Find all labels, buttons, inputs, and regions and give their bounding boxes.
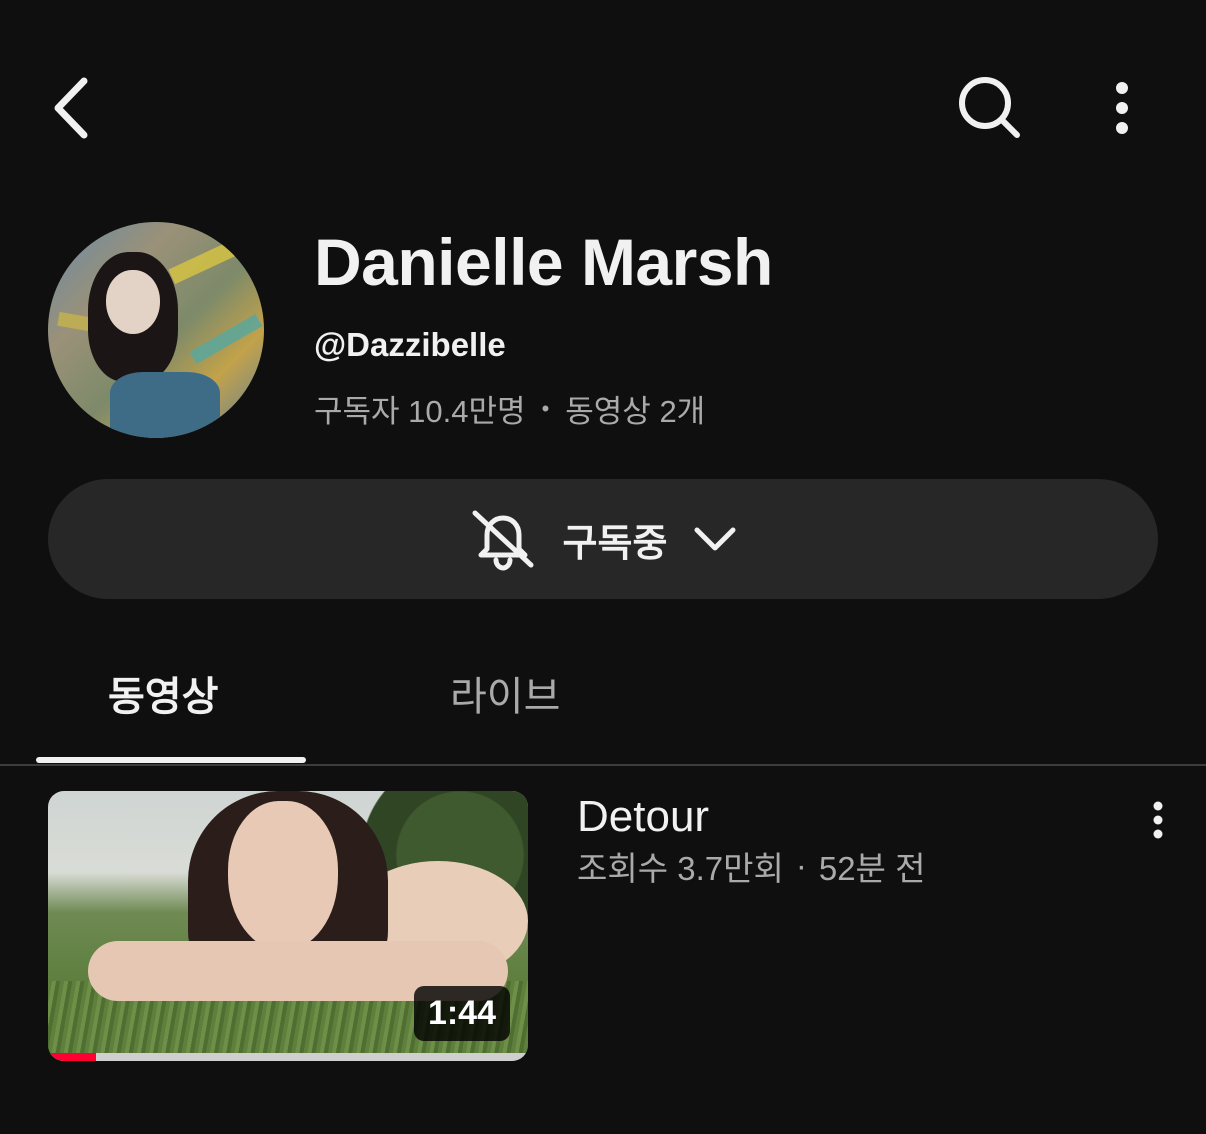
avatar-shirt xyxy=(110,372,220,438)
subscriber-count: 구독자 10.4만명 xyxy=(314,394,526,429)
duration-badge: 1:44 xyxy=(413,986,510,1041)
channel-page: Danielle Marsh @Dazzibelle 구독자 10.4만명 • … xyxy=(0,0,1206,1134)
tabs-divider xyxy=(0,764,1206,766)
subscribed-label: 구독중 xyxy=(562,522,668,565)
thumbnail-face xyxy=(228,801,338,951)
video-title[interactable]: Detour xyxy=(577,792,709,842)
avatar-chair-slat xyxy=(168,235,248,285)
watch-progress-track xyxy=(48,1053,528,1061)
tab-live[interactable]: 라이브 xyxy=(450,664,560,722)
video-count: 동영상 2개 xyxy=(565,394,706,429)
chevron-left-icon xyxy=(54,77,88,139)
chevron-down-icon xyxy=(694,527,736,551)
stats-separator: • xyxy=(541,395,550,421)
bell-off-icon xyxy=(472,510,534,571)
more-vertical-icon xyxy=(1153,801,1163,839)
tab-selected-indicator xyxy=(36,757,306,763)
channel-name: Danielle Marsh xyxy=(314,225,773,299)
search-icon xyxy=(959,77,1020,138)
watch-progress-fill xyxy=(48,1053,96,1061)
avatar-face xyxy=(106,270,160,334)
channel-avatar[interactable] xyxy=(48,222,264,438)
video-meta-separator: · xyxy=(795,847,807,884)
avatar-chair-slat xyxy=(189,313,263,365)
more-options-button[interactable] xyxy=(1094,70,1150,146)
back-button[interactable] xyxy=(42,70,98,146)
tab-videos[interactable]: 동영상 xyxy=(108,664,218,722)
channel-handle: @Dazzibelle xyxy=(314,326,506,363)
search-button[interactable] xyxy=(950,70,1030,146)
video-more-button[interactable] xyxy=(1134,790,1182,850)
video-age: 52분 전 xyxy=(818,850,926,887)
channel-stats: 구독자 10.4만명 • 동영상 2개 xyxy=(314,386,705,431)
subscribed-button[interactable]: 구독중 xyxy=(48,479,1158,599)
more-vertical-icon xyxy=(1116,82,1128,134)
video-views: 조회수 3.7만회 xyxy=(577,850,784,887)
video-thumbnail[interactable]: 1:44 xyxy=(48,791,528,1061)
video-meta: 조회수 3.7만회 · 52분 전 xyxy=(577,842,925,890)
